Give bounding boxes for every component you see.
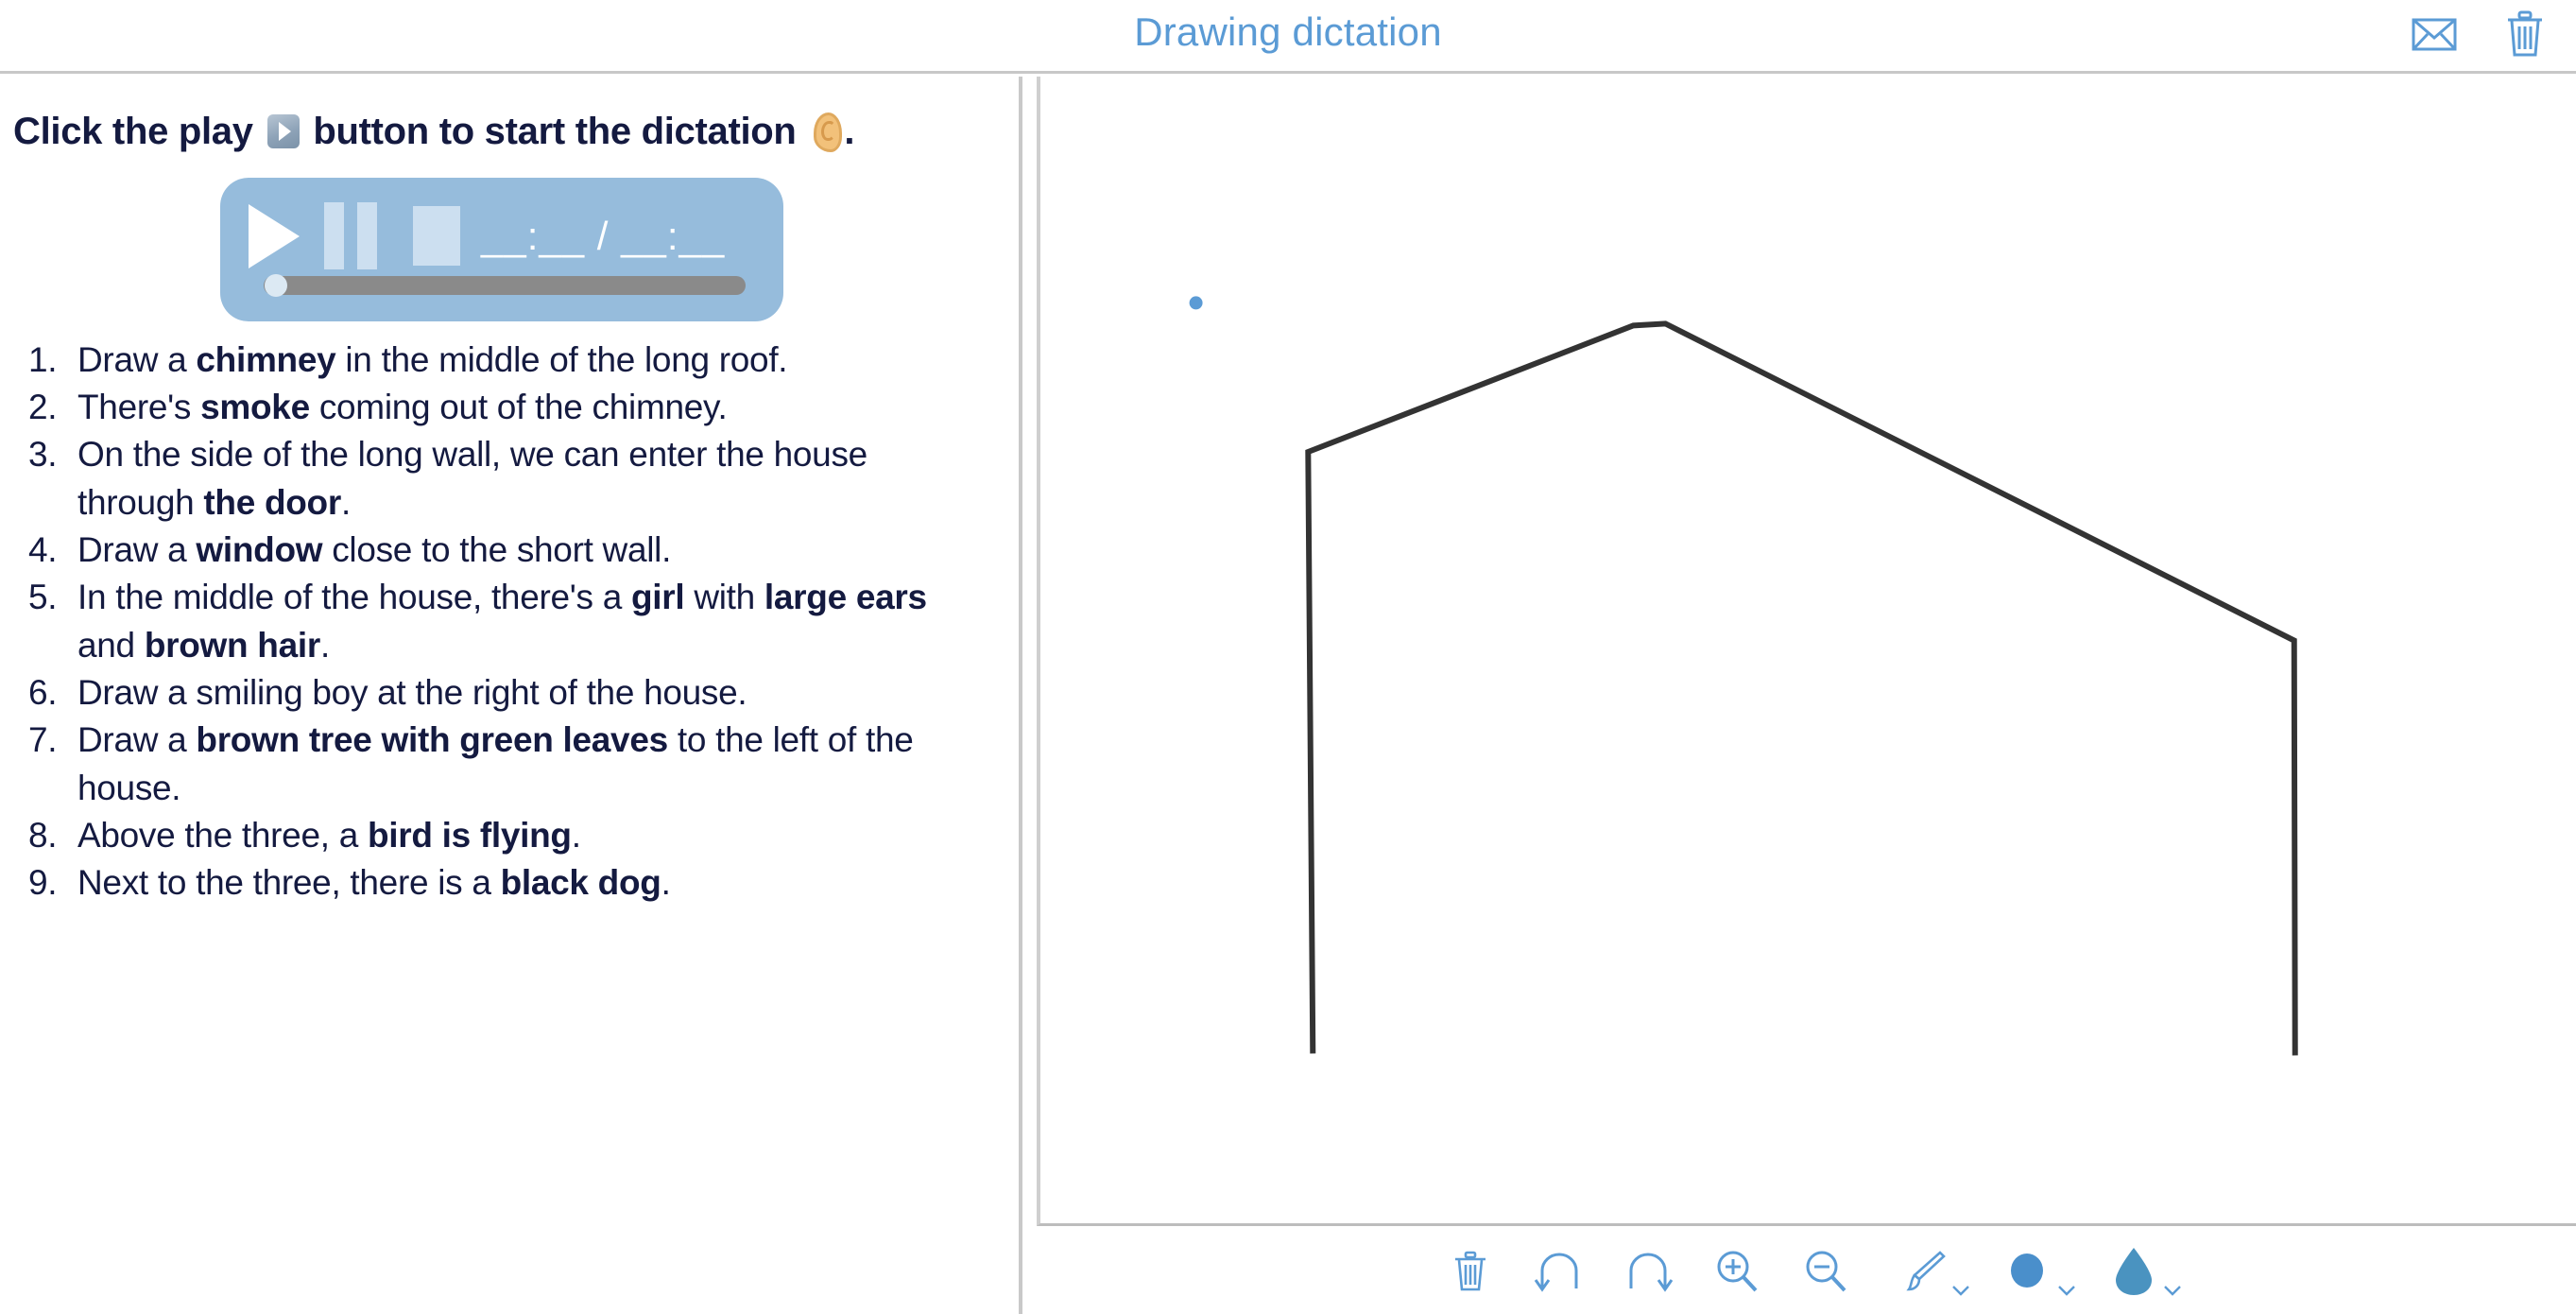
top-bar: Drawing dictation bbox=[0, 0, 2576, 74]
dictation-step-4: Draw a window close to the short wall. bbox=[28, 527, 672, 575]
audio-progress-knob[interactable] bbox=[265, 273, 287, 297]
drawing-dictation-app: Drawing dictation Click the play button … bbox=[0, 0, 2576, 1314]
opacity-button[interactable] bbox=[2082, 1231, 2188, 1312]
undo-button[interactable] bbox=[1515, 1231, 1604, 1312]
instructions-heading-part1: Click the play bbox=[13, 111, 253, 152]
page-title: Drawing dictation bbox=[1134, 9, 1442, 54]
brush-button[interactable] bbox=[1870, 1231, 1976, 1312]
chevron-down-icon bbox=[2057, 1286, 2075, 1296]
instructions-panel: Click the play button to start the dicta… bbox=[0, 77, 1022, 1314]
audio-player-controls: __:__ / __:__ bbox=[249, 193, 761, 280]
instructions-heading: Click the play button to start the dicta… bbox=[13, 109, 990, 155]
stop-button[interactable] bbox=[413, 206, 460, 267]
dictation-step-8: Above the three, a bird is flying. bbox=[28, 812, 581, 860]
color-button[interactable] bbox=[1976, 1231, 2082, 1312]
pause-button[interactable] bbox=[324, 202, 377, 270]
audio-player[interactable]: __:__ / __:__ bbox=[220, 177, 783, 321]
trash-icon[interactable] bbox=[2499, 8, 2551, 61]
drawing-toolbar bbox=[1037, 1229, 2576, 1314]
play-button[interactable] bbox=[249, 203, 300, 268]
dictation-step-2: There's smoke coming out of the chimney. bbox=[28, 384, 728, 432]
ear-emoji-icon bbox=[811, 112, 843, 152]
audio-player-wrapper: __:__ / __:__ bbox=[13, 177, 990, 321]
dictation-step-5: In the middle of the house, there's a gi… bbox=[28, 574, 927, 665]
audio-time-display: __:__ / __:__ bbox=[481, 213, 726, 258]
dictation-step-9: Next to the three, there is a black dog. bbox=[28, 859, 671, 908]
top-bar-actions bbox=[2408, 8, 2551, 61]
dictation-step-1: Draw a chimney in the middle of the long… bbox=[28, 337, 788, 385]
play-button-emoji-icon bbox=[266, 114, 300, 148]
redo-button[interactable] bbox=[1604, 1231, 1692, 1312]
brush-cursor-dot bbox=[1189, 296, 1203, 310]
dictation-step-7: Draw a brown tree with green leaves to t… bbox=[28, 717, 914, 807]
audio-progress-bar[interactable] bbox=[264, 273, 746, 297]
instructions-heading-period: . bbox=[844, 111, 855, 152]
zoom-in-button[interactable] bbox=[1692, 1231, 1781, 1312]
chevron-down-icon bbox=[2163, 1286, 2181, 1296]
house-outline-shape bbox=[1305, 320, 2298, 1056]
drawing-panel bbox=[1026, 77, 2576, 1314]
mail-icon[interactable] bbox=[2408, 8, 2461, 61]
clear-canvas-button[interactable] bbox=[1426, 1231, 1515, 1312]
drawing-canvas[interactable] bbox=[1037, 77, 2576, 1226]
chevron-down-icon bbox=[1951, 1286, 1969, 1296]
dictation-step-6: Draw a smiling boy at the right of the h… bbox=[28, 669, 747, 718]
dictation-step-3: On the side of the long wall, we can ent… bbox=[28, 431, 867, 522]
instructions-heading-part2: button to start the dictation bbox=[313, 111, 797, 152]
zoom-out-button[interactable] bbox=[1781, 1231, 1870, 1312]
dictation-steps-list: Draw a chimney in the middle of the long… bbox=[13, 337, 990, 908]
